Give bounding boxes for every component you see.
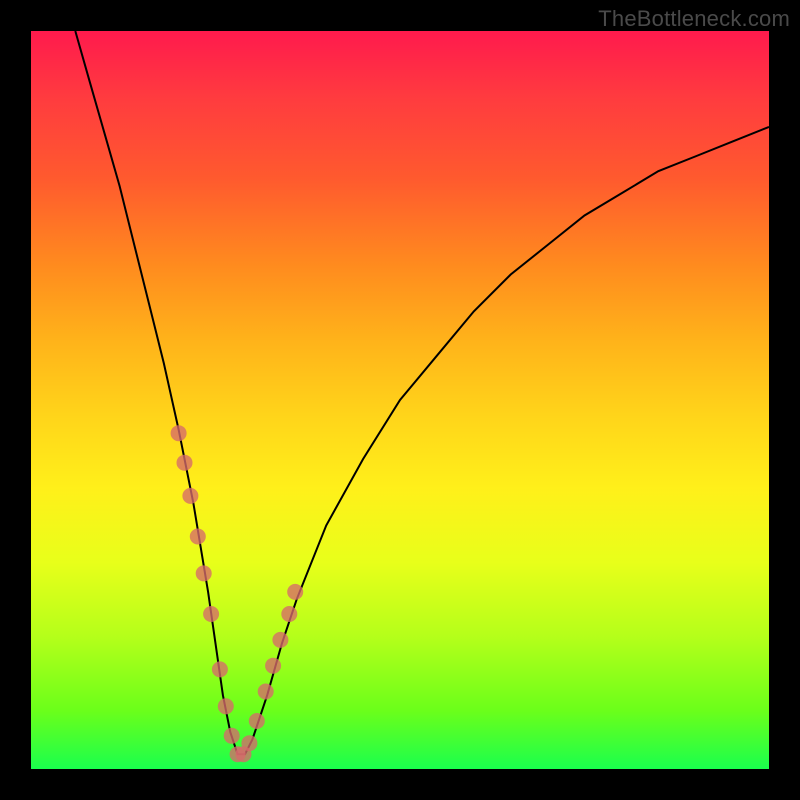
marker-dot <box>182 488 198 504</box>
marker-dot <box>258 684 274 700</box>
marker-dot <box>218 698 234 714</box>
marker-dot <box>241 735 257 751</box>
curve-layer <box>31 31 769 769</box>
marker-dot <box>177 455 193 471</box>
marker-dot <box>272 632 288 648</box>
marker-dot <box>190 529 206 545</box>
marker-dot <box>249 713 265 729</box>
marker-dot <box>203 606 219 622</box>
marker-dot <box>224 728 240 744</box>
bottleneck-curve <box>75 31 769 754</box>
marker-dot <box>265 658 281 674</box>
outer-frame: TheBottleneck.com <box>0 0 800 800</box>
marker-dot <box>171 425 187 441</box>
marker-dot <box>196 565 212 581</box>
marker-dot <box>287 584 303 600</box>
watermark-text: TheBottleneck.com <box>598 6 790 32</box>
marker-dot <box>212 661 228 677</box>
marker-dot <box>281 606 297 622</box>
sample-markers <box>171 425 304 762</box>
plot-area <box>31 31 769 769</box>
